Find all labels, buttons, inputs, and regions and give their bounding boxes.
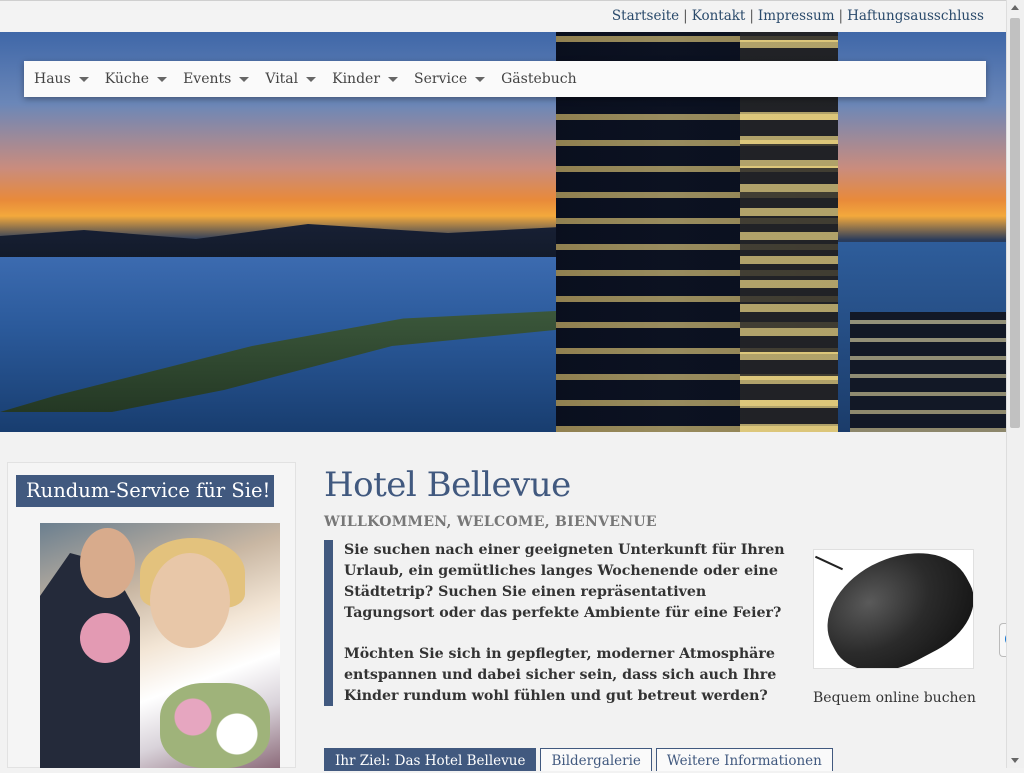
photo-groom-face [80,528,135,598]
caret-down-icon [388,76,399,82]
nav-item-label: Events [183,71,232,87]
toplink-separator: | [838,8,844,24]
nav-item-label: Kinder [332,71,381,87]
caret-down-icon [239,76,250,82]
nav-item-label: Haus [34,71,71,87]
booking-caption[interactable]: Bequem online buchen [813,690,976,706]
hero-right-building [850,312,1007,432]
nav-item-events[interactable]: Events [183,71,250,87]
caret-down-icon [157,76,168,82]
main-navigation: Haus Küche Events Vital Kinder Service G… [24,61,986,97]
toplink-startseite[interactable]: Startseite [612,8,679,24]
scroll-up-icon[interactable] [1011,5,1019,10]
scrollbar-thumb[interactable] [1010,18,1020,428]
page-subtitle: WILLKOMMEN, WELCOME, BIENVENUE [324,514,657,530]
toplink-kontakt[interactable]: Kontakt [692,8,746,24]
nav-item-kinder[interactable]: Kinder [332,71,399,87]
page-scrollbar[interactable] [1006,0,1024,768]
nav-item-label: Gästebuch [501,71,577,87]
intro-paragraph-2: Möchten Sie sich in gepflegter, moderner… [344,646,777,704]
nav-item-haus[interactable]: Haus [34,71,89,87]
top-links: Startseite | Kontakt | Impressum | Haftungsaus… [612,8,984,24]
booking-mouse-image[interactable] [813,549,974,669]
nav-item-label: Küche [104,71,150,87]
nav-item-label: Vital [265,71,299,87]
nav-item-gaestebuch[interactable]: Gästebuch [501,71,576,87]
intro-blockquote: Sie suchen nach einer geeigneten Unterku… [324,540,800,706]
caret-down-icon [475,76,486,82]
caret-down-icon [306,76,317,82]
photo-rose [80,613,130,663]
nav-item-vital[interactable]: Vital [265,71,317,87]
top-utility-bar: Startseite | Kontakt | Impressum | Haftungsaus… [0,0,1007,32]
sidebar-title: Rundum-Service für Sie! [16,475,274,507]
photo-bride-face [150,553,230,648]
toplink-impressum[interactable]: Impressum [758,8,835,24]
photo-bouquet [160,683,270,768]
caret-down-icon [78,76,89,82]
scroll-down-icon[interactable] [1011,758,1019,763]
nav-item-kueche[interactable]: Küche [104,71,168,87]
toplink-haftungsausschluss[interactable]: Haftungsausschluss [847,8,984,24]
intro-paragraph-1: Sie suchen nach einer geeigneten Unterku… [344,542,785,621]
nav-item-service[interactable]: Service [414,71,486,87]
wedding-photo [40,523,280,768]
sidebar: Rundum-Service für Sie! [7,462,296,768]
mouse-cable [814,555,844,571]
toplink-separator: | [749,8,754,24]
nav-item-label: Service [414,71,468,87]
page-title: Hotel Bellevue [324,465,571,505]
toplink-separator: | [683,8,688,24]
